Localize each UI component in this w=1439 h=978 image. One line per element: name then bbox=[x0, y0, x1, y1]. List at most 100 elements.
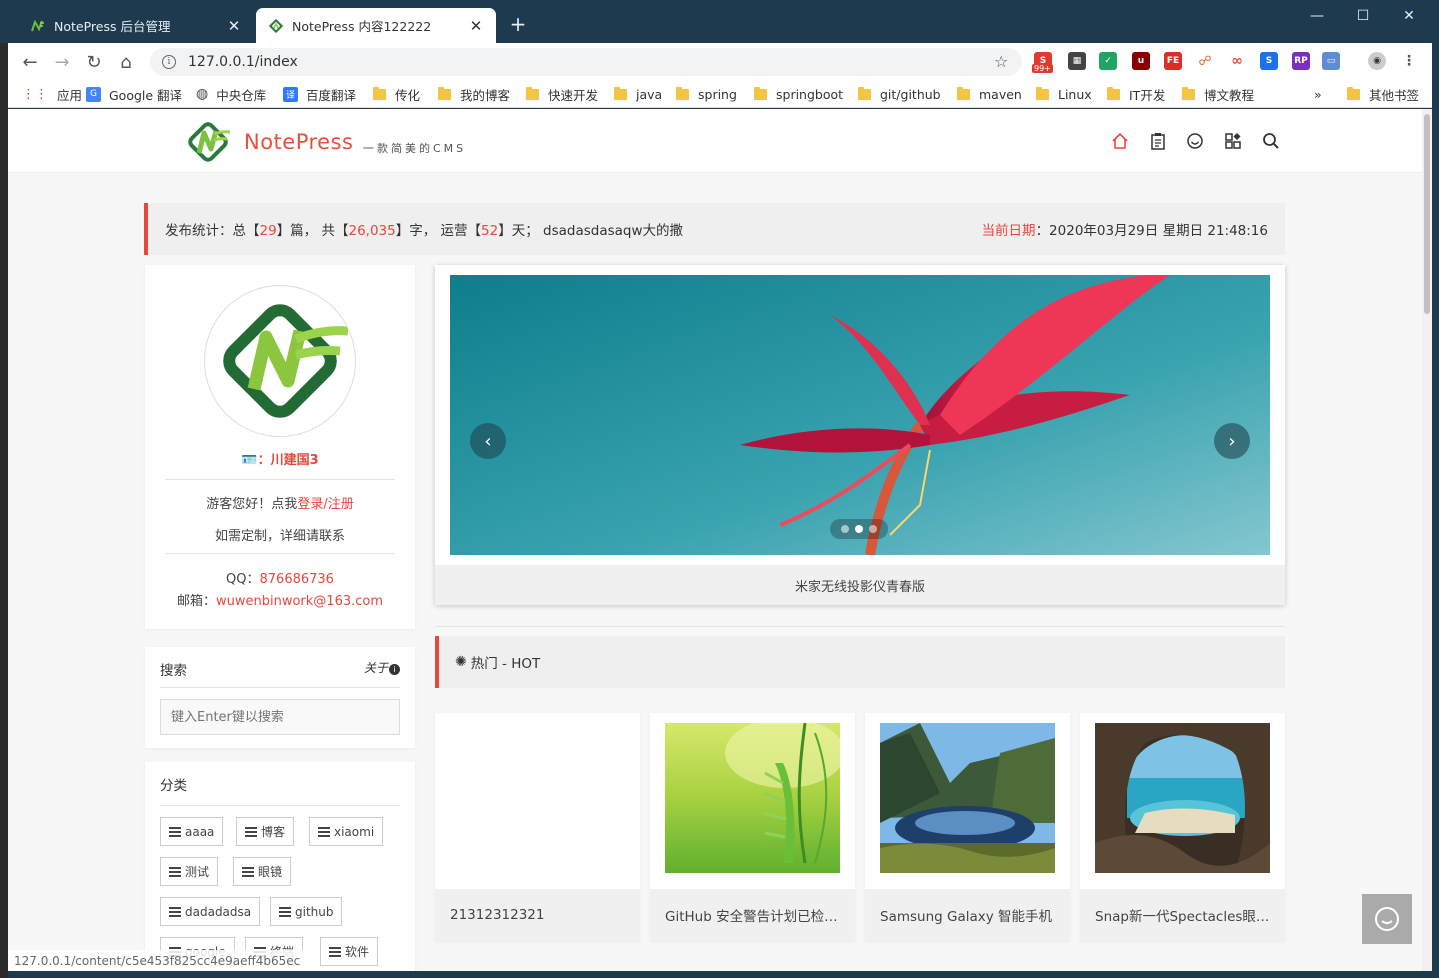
forward-icon[interactable]: → bbox=[50, 50, 74, 74]
bookmark-folder[interactable]: 快速开发 bbox=[526, 84, 598, 104]
divider bbox=[165, 479, 395, 480]
bookmark-google-translate[interactable]: G Google 翻译 bbox=[86, 84, 182, 104]
bookmark-folder[interactable]: git/github bbox=[858, 84, 941, 104]
other-bookmarks[interactable]: 其他书签 bbox=[1347, 84, 1419, 104]
bookmark-folder[interactable]: spring bbox=[676, 84, 737, 104]
scrollbar-thumb[interactable] bbox=[1424, 114, 1430, 314]
rp-extension-icon[interactable]: RP bbox=[1292, 52, 1310, 70]
divider bbox=[435, 626, 1285, 627]
carousel-prev-icon[interactable]: ‹ bbox=[470, 423, 506, 459]
carousel-slide-image[interactable] bbox=[450, 275, 1270, 555]
ublock-icon[interactable]: u bbox=[1132, 52, 1150, 70]
bookmark-apps[interactable]: ⋮⋮ 应用 bbox=[22, 84, 82, 104]
post-card[interactable]: Samsung Galaxy 智能手机 bbox=[865, 713, 1070, 941]
fe-extension-icon[interactable]: FE bbox=[1164, 52, 1182, 70]
bookmark-label: maven bbox=[979, 86, 1022, 102]
notepress-logo[interactable] bbox=[184, 119, 232, 169]
post-image[interactable] bbox=[665, 723, 840, 873]
search-icon[interactable] bbox=[1261, 131, 1281, 151]
stats-text: 发布统计：总【29】篇， 共【26,035】字， 运营【52】天； dsadas… bbox=[165, 219, 683, 239]
category-button[interactable]: 软件 bbox=[320, 937, 379, 966]
category-button[interactable]: 测试 bbox=[160, 857, 219, 886]
infinity-extension-icon[interactable]: ∞ bbox=[1228, 52, 1246, 70]
window-extension-icon[interactable]: ▭ bbox=[1322, 52, 1340, 70]
post-image-placeholder bbox=[450, 723, 625, 873]
bookmark-baidu-translate[interactable]: 译 百度翻译 bbox=[283, 84, 356, 104]
category-button[interactable]: dadadadsa bbox=[160, 897, 261, 926]
post-title[interactable]: Snap新一代Spectacles眼… bbox=[1080, 889, 1285, 941]
hot-title: 热门 - HOT bbox=[470, 656, 541, 672]
bookmark-label: 百度翻译 bbox=[306, 87, 357, 103]
close-tab-icon[interactable]: ✕ bbox=[468, 17, 484, 35]
s-extension-icon[interactable]: S bbox=[1260, 52, 1278, 70]
category-button[interactable]: xiaomi bbox=[309, 817, 384, 846]
bookmark-folder[interactable]: 传化 bbox=[373, 84, 420, 104]
tab-content[interactable]: NotePress 内容122222 ✕ bbox=[256, 8, 496, 43]
email-value[interactable]: wuwenbinwork@163.com bbox=[216, 594, 383, 609]
back-icon[interactable]: ← bbox=[18, 50, 42, 74]
qq-value[interactable]: 876686736 bbox=[260, 572, 334, 587]
category-button[interactable]: 博客 bbox=[236, 817, 295, 846]
notepress-favicon-icon bbox=[30, 18, 46, 34]
close-window-icon[interactable]: ✕ bbox=[1386, 0, 1432, 32]
category-button[interactable]: 眼镜 bbox=[233, 857, 292, 886]
apps-icon[interactable] bbox=[1223, 131, 1243, 151]
site-info-icon[interactable]: i bbox=[162, 55, 176, 69]
search-input[interactable] bbox=[160, 699, 400, 735]
bookmark-folder[interactable]: IT开发 bbox=[1107, 84, 1165, 104]
avatar bbox=[204, 285, 356, 437]
shield-extension-icon[interactable]: ✓ bbox=[1099, 52, 1117, 70]
bookmark-folder[interactable]: 我的博客 bbox=[438, 84, 510, 104]
post-title[interactable]: 21312312321 bbox=[435, 889, 640, 941]
smile-icon[interactable] bbox=[1185, 131, 1205, 151]
post-card[interactable]: GitHub 安全警告计划已检… bbox=[650, 713, 855, 941]
new-tab-button[interactable]: + bbox=[506, 12, 530, 36]
post-title[interactable]: GitHub 安全警告计划已检… bbox=[650, 889, 855, 941]
post-image[interactable] bbox=[880, 723, 1055, 873]
folder-icon bbox=[1107, 86, 1120, 100]
brand-name[interactable]: NotePress bbox=[244, 130, 353, 154]
bookmark-label: 中央仓库 bbox=[216, 87, 267, 103]
category-button[interactable]: aaaa bbox=[160, 817, 224, 846]
about-link[interactable]: 关于 i bbox=[364, 659, 400, 676]
home-icon[interactable] bbox=[1110, 131, 1130, 151]
post-title[interactable]: Samsung Galaxy 智能手机 bbox=[865, 889, 1070, 941]
bookmark-folder[interactable]: Linux bbox=[1036, 84, 1092, 104]
clipboard-icon[interactable] bbox=[1148, 131, 1168, 151]
post-title-text: GitHub 安全警告计划已检… bbox=[665, 909, 838, 925]
minimize-icon[interactable]: — bbox=[1294, 0, 1340, 32]
home-button-icon[interactable]: ⌂ bbox=[114, 50, 138, 74]
chat-button[interactable] bbox=[1362, 894, 1412, 944]
folder-icon bbox=[957, 86, 970, 100]
bookmark-central-repo[interactable]: ◍ 中央仓库 bbox=[196, 84, 266, 104]
carousel-next-icon[interactable]: › bbox=[1214, 423, 1250, 459]
bookmark-star-icon[interactable]: ☆ bbox=[994, 52, 1008, 71]
address-bar[interactable]: i 127.0.0.1/index bbox=[150, 48, 1022, 76]
page-scrollbar[interactable] bbox=[1422, 109, 1432, 971]
login-register-link[interactable]: 登录/注册 bbox=[297, 497, 353, 512]
more-bookmarks-icon[interactable]: » bbox=[1314, 84, 1322, 104]
tree-extension-icon[interactable]: ☍ bbox=[1196, 52, 1214, 70]
carousel-dot-active[interactable] bbox=[855, 525, 863, 533]
maximize-icon[interactable]: ☐ bbox=[1340, 0, 1386, 32]
bookmark-folder[interactable]: 博文教程 bbox=[1182, 84, 1254, 104]
bookmark-folder[interactable]: springboot bbox=[754, 84, 843, 104]
tab-admin[interactable]: NotePress 后台管理 ✕ bbox=[18, 8, 254, 43]
carousel-dot[interactable] bbox=[869, 525, 877, 533]
menu-icon[interactable]: ⋮ bbox=[1400, 52, 1418, 70]
categories-card: 分类 aaaa 博客 xiaomi 测试 眼镜 dadadadsa github… bbox=[145, 762, 415, 971]
bookmark-folder[interactable]: java bbox=[614, 84, 662, 104]
profile-avatar[interactable]: ◉ bbox=[1368, 52, 1386, 70]
greeting: 游客您好！点我登录/注册 bbox=[145, 493, 415, 512]
folder-icon bbox=[526, 86, 539, 100]
reload-icon[interactable]: ↻ bbox=[82, 50, 106, 74]
carousel-caption[interactable]: 米家无线投影仪青春版 bbox=[435, 565, 1285, 605]
qr-extension-icon[interactable]: ▦ bbox=[1068, 52, 1086, 70]
carousel-dot[interactable] bbox=[841, 525, 849, 533]
close-tab-icon[interactable]: ✕ bbox=[226, 17, 242, 35]
post-image[interactable] bbox=[1095, 723, 1270, 873]
post-card[interactable]: Snap新一代Spectacles眼… bbox=[1080, 713, 1285, 941]
post-card[interactable]: 21312312321 bbox=[435, 713, 640, 941]
bookmark-folder[interactable]: maven bbox=[957, 84, 1022, 104]
category-button[interactable]: github bbox=[270, 897, 343, 926]
